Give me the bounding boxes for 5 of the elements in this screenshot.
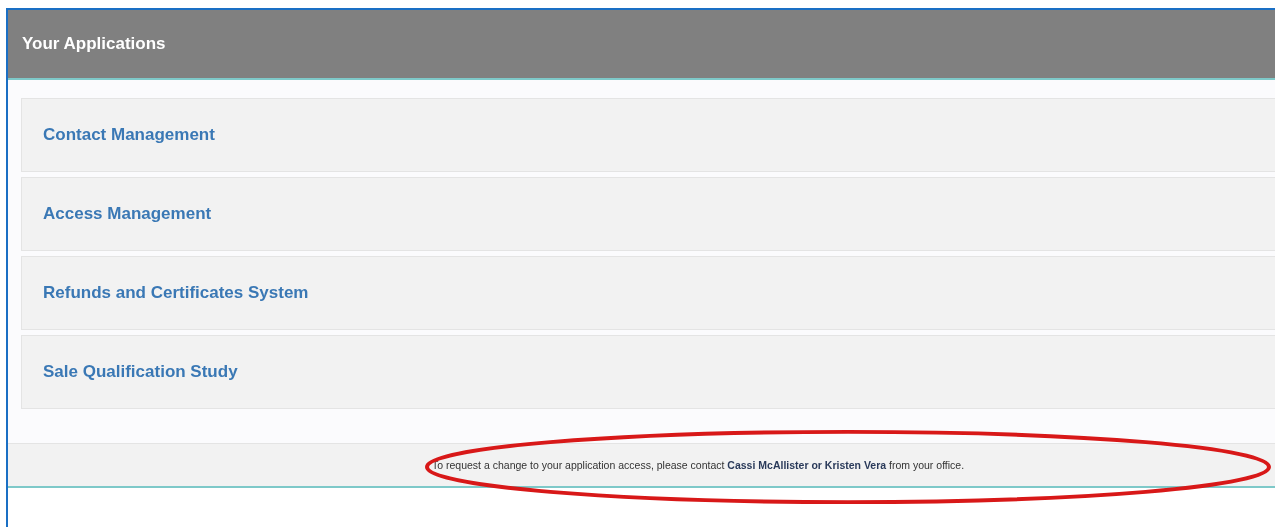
application-link[interactable]: Refunds and Certificates System [21, 256, 1275, 330]
application-link[interactable]: Contact Management [21, 98, 1275, 172]
application-link[interactable]: Sale Qualification Study [21, 335, 1275, 409]
panel-title: Your Applications [22, 34, 166, 54]
application-link[interactable]: Access Management [21, 177, 1275, 251]
